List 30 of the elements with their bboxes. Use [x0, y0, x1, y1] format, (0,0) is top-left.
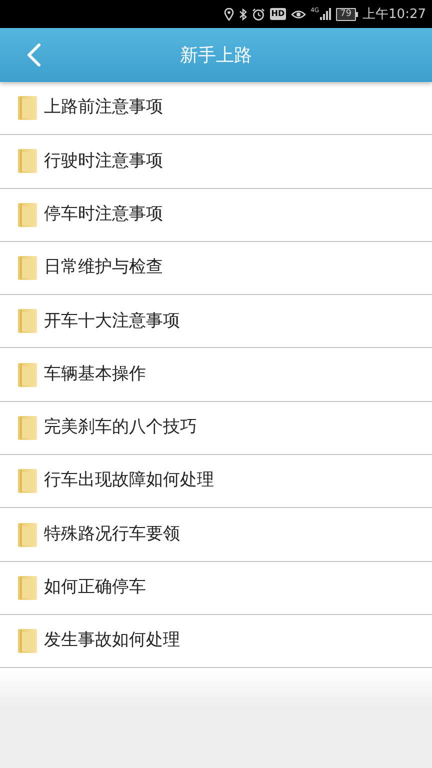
list-item[interactable]: 行驶时注意事项: [0, 135, 432, 189]
folder-icon: [18, 522, 37, 547]
folder-icon: [18, 256, 37, 280]
location-icon: [224, 8, 234, 20]
alarm-clock-icon: [252, 8, 266, 20]
eye-icon: [290, 8, 306, 20]
list-item[interactable]: 上路前注意事项: [0, 82, 432, 136]
signal-icon: [320, 8, 332, 20]
folder-icon: [18, 576, 37, 600]
clock-time: 上午10:27: [362, 8, 426, 20]
folder-icon: [18, 149, 37, 174]
folder-icon: [18, 469, 37, 494]
list-item[interactable]: 如何正确停车: [0, 562, 432, 615]
bluetooth-icon: [239, 8, 248, 20]
folder-icon: [18, 362, 37, 387]
list-item[interactable]: 车辆基本操作: [0, 348, 432, 402]
list-item[interactable]: 停车时注意事项: [0, 188, 432, 242]
list-item[interactable]: 行车出现故障如何处理: [0, 455, 432, 508]
battery-indicator: 79: [336, 8, 358, 20]
page-title: 新手上路: [180, 44, 252, 68]
hd-badge: HD: [270, 8, 286, 20]
list-item[interactable]: 日常维护与检查: [0, 242, 432, 296]
list-item[interactable]: 完美刹车的八个技巧: [0, 402, 432, 456]
list-item[interactable]: 开车十大注意事项: [0, 295, 432, 348]
folder-icon: [18, 416, 37, 440]
folder-icon: [18, 96, 37, 120]
folder-icon: [18, 309, 37, 334]
folder-icon: [18, 629, 37, 654]
list-item[interactable]: 特殊路况行车要领: [0, 508, 432, 562]
folder-icon: [18, 202, 37, 227]
